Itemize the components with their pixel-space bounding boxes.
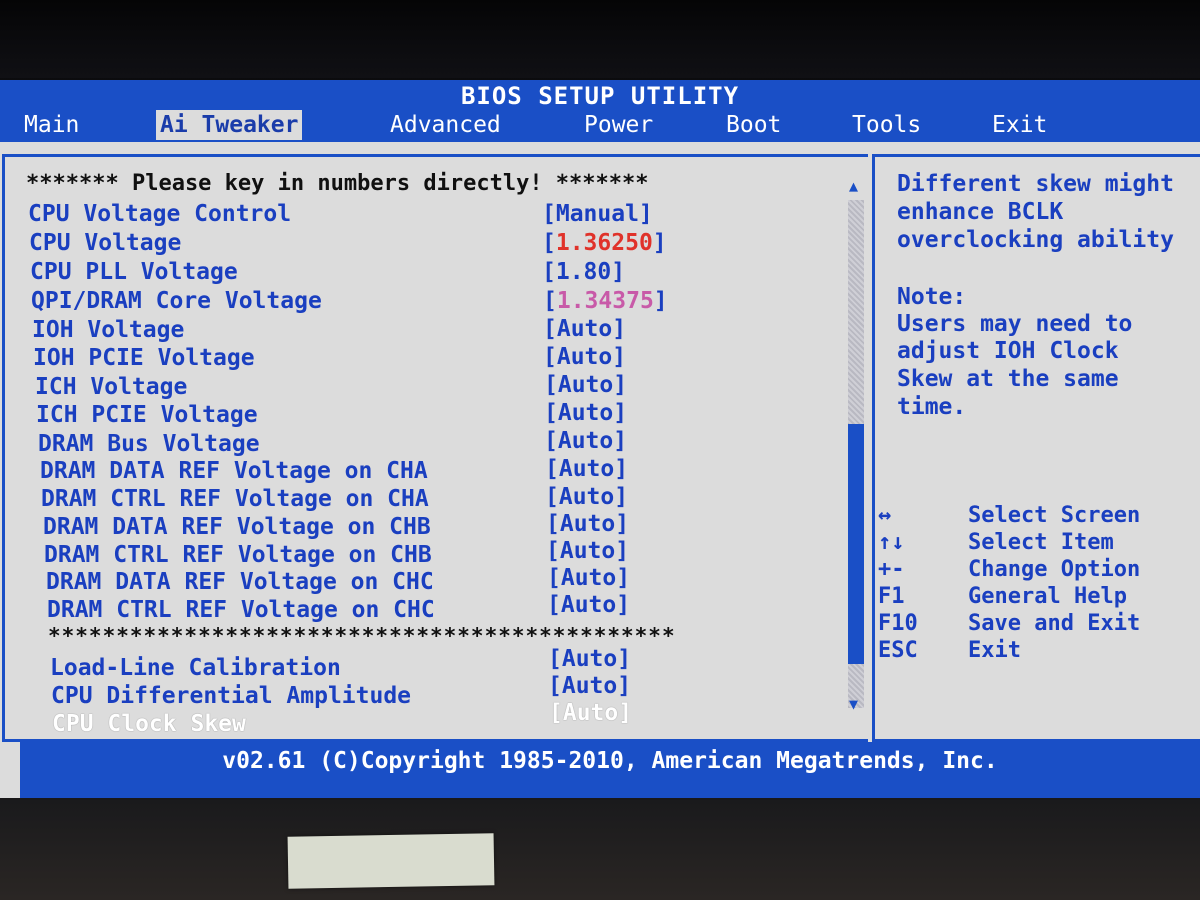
key-legend-row: ↑↓ Select Item — [878, 529, 1114, 556]
setting-label[interactable]: CPU PLL Voltage — [30, 258, 238, 286]
tab-boot[interactable]: Boot — [722, 110, 785, 140]
key-legend-row: F10 Save and Exit — [878, 610, 1140, 637]
sticky-note — [287, 833, 495, 889]
setting-label[interactable]: CPU Voltage — [29, 229, 181, 257]
key-description: Select Item — [968, 530, 1114, 555]
setting-label[interactable]: ICH PCIE Voltage — [36, 401, 258, 429]
setting-value[interactable]: [Auto] — [548, 645, 631, 673]
tab-main[interactable]: Main — [20, 110, 83, 140]
bracket-open: [ — [542, 230, 556, 256]
tab-ai-tweaker[interactable]: Ai Tweaker — [156, 110, 303, 140]
setting-label[interactable]: DRAM DATA REF Voltage on CHB — [43, 513, 431, 541]
key-legend-row: ↔ Select Screen — [878, 502, 1140, 529]
instruction-heading: ******* Please key in numbers directly! … — [26, 171, 649, 196]
setting-label[interactable]: ICH Voltage — [35, 373, 187, 401]
copyright-footer: v02.61 (C)Copyright 1985-2010, American … — [20, 742, 1200, 798]
setting-value[interactable]: [Auto] — [544, 427, 627, 455]
setting-value[interactable]: [1.80] — [542, 258, 625, 286]
setting-value[interactable]: [Auto] — [544, 371, 627, 399]
setting-label[interactable]: DRAM CTRL REF Voltage on CHA — [41, 485, 429, 513]
setting-value[interactable]: [Auto] — [547, 564, 630, 592]
setting-value[interactable]: [Auto] — [548, 672, 631, 700]
key-description: General Help — [968, 584, 1127, 609]
key-description: Change Option — [968, 557, 1141, 582]
key-f1: F1 — [878, 584, 905, 609]
scroll-down-arrow-icon[interactable]: ▼ — [849, 696, 858, 712]
key-legend-row: F1 General Help — [878, 583, 1127, 610]
monitor-bezel-top — [0, 0, 1200, 78]
help-text-line: Users may need to — [897, 311, 1133, 337]
help-note-heading: Note: — [897, 284, 967, 310]
setting-label[interactable]: IOH Voltage — [32, 316, 184, 344]
help-text-line: adjust IOH Clock — [897, 338, 1119, 364]
bracket-open: [ — [543, 288, 557, 314]
setting-label[interactable]: CPU Differential Amplitude — [51, 682, 411, 710]
key-esc: ESC — [878, 638, 918, 663]
monitor-bezel-bottom — [0, 800, 1200, 900]
help-text-line: Different skew might — [897, 171, 1174, 197]
setting-label[interactable]: Load-Line Calibration — [50, 654, 341, 682]
selected-setting-value[interactable]: [Auto] — [549, 699, 632, 727]
setting-value[interactable]: [Auto] — [543, 343, 626, 371]
setting-value[interactable]: [Auto] — [545, 455, 628, 483]
key-left-right-arrows-icon: ↔ — [878, 503, 892, 528]
setting-label[interactable]: DRAM DATA REF Voltage on CHA — [40, 457, 428, 485]
help-text-line: overclocking ability — [897, 227, 1174, 253]
qpi-dram-voltage-value[interactable]: [1.34375] — [543, 287, 668, 315]
key-legend-row: ESC Exit — [878, 637, 1021, 664]
cpu-voltage-number: 1.36250 — [555, 230, 653, 256]
setting-value[interactable]: [Auto] — [547, 591, 630, 619]
bracket-close: ] — [653, 288, 668, 314]
key-description: Save and Exit — [968, 611, 1141, 636]
setting-label[interactable]: QPI/DRAM Core Voltage — [31, 287, 322, 315]
help-text-line: Skew at the same — [897, 366, 1119, 392]
setting-label[interactable]: DRAM CTRL REF Voltage on CHB — [44, 541, 432, 569]
help-text-line: time. — [897, 394, 967, 420]
setting-value[interactable]: [Auto] — [545, 483, 628, 511]
key-description: Exit — [968, 638, 1021, 663]
key-up-down-arrows-icon: ↑↓ — [878, 530, 905, 555]
key-legend-row: +- Change Option — [878, 556, 1140, 583]
setting-value[interactable]: [Auto] — [544, 399, 627, 427]
setting-value[interactable]: [Auto] — [546, 510, 629, 538]
menu-bar: Main Ai Tweaker Advanced Power Boot Tool… — [0, 110, 1200, 142]
setting-value[interactable]: [Auto] — [546, 537, 629, 565]
help-text-line: enhance BCLK — [897, 199, 1064, 225]
scrollbar-thumb[interactable] — [848, 424, 864, 664]
tab-tools[interactable]: Tools — [848, 110, 925, 140]
key-f10: F10 — [878, 611, 918, 636]
setting-label[interactable]: IOH PCIE Voltage — [33, 344, 255, 372]
setting-value[interactable]: [Manual] — [542, 200, 653, 228]
tab-power[interactable]: Power — [580, 110, 657, 140]
scroll-up-arrow-icon[interactable]: ▲ — [849, 178, 858, 194]
setting-label[interactable]: DRAM CTRL REF Voltage on CHC — [47, 596, 435, 624]
qpi-dram-voltage-number: 1.34375 — [556, 288, 654, 314]
bios-screen: BIOS SETUP UTILITY Main Ai Tweaker Advan… — [0, 80, 1200, 798]
setting-label[interactable]: DRAM DATA REF Voltage on CHC — [46, 568, 434, 596]
cpu-voltage-value[interactable]: [1.36250] — [542, 229, 667, 257]
bios-title: BIOS SETUP UTILITY — [0, 80, 1200, 110]
key-plus-minus: +- — [878, 557, 905, 582]
photo-stage: BIOS SETUP UTILITY Main Ai Tweaker Advan… — [0, 0, 1200, 900]
tab-advanced[interactable]: Advanced — [386, 110, 505, 140]
bracket-close: ] — [652, 230, 667, 256]
setting-value[interactable]: [Auto] — [543, 315, 626, 343]
setting-label[interactable]: DRAM Bus Voltage — [38, 430, 260, 458]
setting-label[interactable]: CPU Voltage Control — [28, 200, 291, 228]
selected-setting-label[interactable]: CPU Clock Skew — [52, 710, 246, 738]
tab-exit[interactable]: Exit — [988, 110, 1051, 140]
key-description: Select Screen — [968, 503, 1141, 528]
